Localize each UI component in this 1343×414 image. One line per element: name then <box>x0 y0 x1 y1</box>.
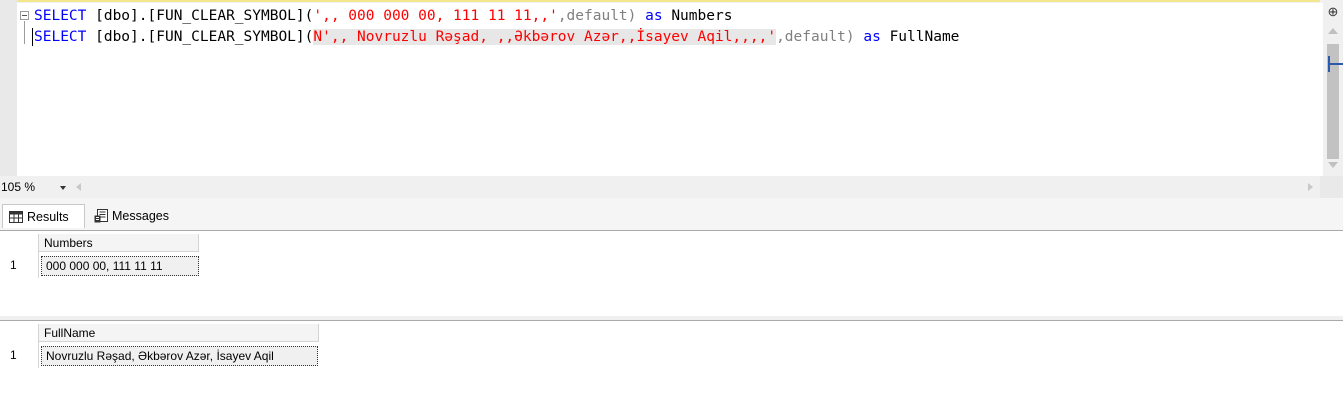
keyword-select-1: SELECT <box>34 8 87 24</box>
scroll-left-icon[interactable] <box>76 183 81 191</box>
scroll-right-icon[interactable] <box>1308 183 1313 191</box>
scrollbar-corner <box>1320 176 1343 198</box>
tab-results-label: Results <box>27 210 69 224</box>
tab-messages[interactable]: Messages <box>88 204 188 228</box>
scroll-up-icon[interactable] <box>1328 28 1338 34</box>
row-number[interactable]: 1 <box>0 344 38 366</box>
grid-icon <box>9 211 23 223</box>
query-editor[interactable]: SELECT [dbo].[FUN_CLEAR_SYMBOL](',, 000 … <box>0 0 1343 176</box>
code-args-2: ,default) <box>776 29 864 45</box>
messages-icon <box>94 209 108 223</box>
grid-divider <box>38 234 39 278</box>
tab-results[interactable]: Results <box>2 204 85 228</box>
caret-position-marker <box>1329 63 1343 65</box>
grid-corner[interactable] <box>0 321 38 343</box>
grid-divider <box>38 324 39 368</box>
alias-1: Numbers <box>662 8 733 24</box>
editor-top-strip <box>0 0 1343 3</box>
table-cell[interactable]: Novruzlu Rəşad, Əkbərov Azər, İsayev Aqi… <box>41 346 318 366</box>
results-grid-2[interactable]: FullName 1 Novruzlu Rəşad, Əkbərov Azər,… <box>0 320 1343 414</box>
chevron-down-icon[interactable] <box>60 186 66 190</box>
column-header-numbers[interactable]: Numbers <box>39 234 199 252</box>
scroll-down-icon[interactable] <box>1328 162 1338 168</box>
results-grid-1[interactable]: Numbers 1 000 000 00, 111 11 11 <box>0 230 1343 316</box>
split-editor-icon[interactable]: ⊕ <box>1326 5 1340 19</box>
text-cursor <box>32 28 33 46</box>
editor-vertical-scrollbar[interactable]: ⊕ <box>1323 0 1343 176</box>
grid-corner[interactable] <box>0 231 38 253</box>
collapse-toggle-icon[interactable] <box>20 11 29 20</box>
keyword-as-2: as <box>863 29 881 45</box>
string-literal-2: N',, Novruzlu Rəşad, ,,Əkbərov Azər,,İsa… <box>313 29 777 45</box>
zoom-and-scroll-bar: 105 % <box>0 176 1343 198</box>
row-number[interactable]: 1 <box>0 254 38 276</box>
keyword-select-2: SELECT <box>34 29 87 45</box>
code-line-2: SELECT [dbo].[FUN_CLEAR_SYMBOL](N',, Nov… <box>34 28 959 47</box>
results-tab-row: Results Messages <box>0 198 1343 230</box>
zoom-value: 105 % <box>1 180 36 194</box>
tab-messages-label: Messages <box>112 209 169 223</box>
code-call-1: [dbo].[FUN_CLEAR_SYMBOL]( <box>86 8 314 24</box>
outline-guide <box>24 21 25 44</box>
zoom-dropdown[interactable]: 105 % <box>0 178 72 196</box>
keyword-as-1: as <box>645 8 663 24</box>
string-literal-1: ',, 000 000 00, 111 11 11,,' <box>313 8 558 24</box>
code-call-2: [dbo].[FUN_CLEAR_SYMBOL]( <box>86 29 314 45</box>
column-header-fullname[interactable]: FullName <box>39 324 319 342</box>
table-cell[interactable]: 000 000 00, 111 11 11 <box>41 256 199 276</box>
caret-position-marker-v <box>1328 56 1330 72</box>
alias-2: FullName <box>880 29 960 45</box>
code-line-1: SELECT [dbo].[FUN_CLEAR_SYMBOL](',, 000 … <box>34 7 732 26</box>
code-args-1: ,default) <box>557 8 646 24</box>
editor-gutter <box>0 0 17 176</box>
